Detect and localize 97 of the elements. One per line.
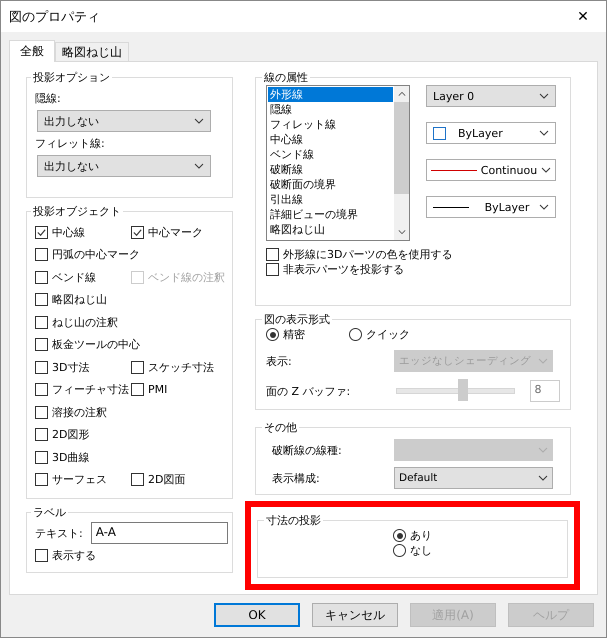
radio-label: なし	[410, 543, 432, 558]
chevron-icon	[539, 93, 549, 99]
chevron-icon	[539, 204, 549, 210]
dropdown[interactable]: ByLayer	[426, 196, 556, 218]
tab[interactable]: 全般	[9, 40, 55, 62]
group-title: ラベル	[32, 505, 67, 520]
checkbox[interactable]	[35, 248, 48, 262]
dropdown[interactable]: 出力しない	[37, 155, 211, 177]
checkbox-label: PMI	[148, 383, 168, 396]
checkbox[interactable]	[131, 360, 144, 374]
list-item[interactable]: 引出線	[268, 192, 393, 207]
list-item[interactable]: 破断面の境界	[268, 177, 393, 192]
checkbox[interactable]	[266, 248, 279, 261]
radio-button[interactable]	[393, 544, 406, 557]
checkbox-label: ベンド線の注釈	[148, 270, 225, 285]
radio-label: クイック	[366, 327, 410, 342]
list-item[interactable]: 外形線	[268, 87, 393, 102]
checkbox[interactable]	[35, 316, 48, 329]
dialog-button[interactable]: OK	[214, 603, 300, 627]
chevron-icon	[538, 475, 548, 481]
checkbox-label: 2D図形	[52, 427, 90, 442]
field-label: フィレット線:	[35, 136, 106, 151]
checkbox-label: フィーチャ寸法	[52, 382, 129, 398]
checkbox-label: 2D図面	[148, 472, 186, 488]
radio-button[interactable]	[393, 529, 406, 542]
group-title: 寸法の投影	[265, 513, 322, 528]
list-item[interactable]: ベンド線	[268, 147, 393, 162]
checkbox-label: 円弧の中心マーク	[52, 247, 140, 262]
checkbox-label: 略図ねじ山	[52, 292, 107, 308]
checkbox-label: ねじ山の注釈	[52, 314, 118, 330]
checkbox[interactable]	[35, 226, 48, 239]
checkbox-label: 表示する	[52, 548, 96, 563]
checkbox-label: 非表示パーツを投影する	[283, 262, 404, 277]
radio-label: 精密	[283, 327, 305, 342]
checkbox-label: 溶接の注釈	[52, 404, 107, 420]
checkbox-label: サーフェス	[52, 472, 107, 488]
field-label: テキスト:	[35, 526, 83, 540]
chevron-icon	[538, 447, 548, 453]
radio-label: あり	[410, 528, 432, 543]
list-item[interactable]: フィレット線	[268, 117, 393, 132]
checkbox[interactable]	[131, 473, 144, 486]
field-label: 隠線:	[35, 91, 62, 106]
field-label: 面の Z バッファ:	[266, 384, 352, 398]
checkbox-label: 3D寸法	[52, 360, 90, 375]
chevron-icon	[541, 167, 551, 173]
radio-button[interactable]	[266, 328, 279, 341]
text-field[interactable]: A-A	[90, 522, 228, 544]
checkbox[interactable]	[35, 450, 48, 464]
list-item[interactable]: 詳細ビューの境界	[268, 207, 393, 222]
checkbox[interactable]	[35, 270, 48, 284]
dropdown[interactable]: Layer 0	[426, 85, 556, 107]
checkbox[interactable]	[35, 406, 48, 419]
checkbox[interactable]	[35, 338, 48, 352]
checkbox-label: 中心マーク	[148, 224, 203, 240]
list-item[interactable]: 中心線	[268, 132, 393, 147]
close-button[interactable]: ✕	[560, 1, 606, 32]
checkbox-label: スケッチ寸法	[148, 360, 214, 375]
checkbox[interactable]	[35, 473, 48, 486]
chevron-icon	[194, 118, 204, 124]
list-item[interactable]: 略図ねじ山	[268, 222, 393, 237]
checkbox-label: ベンド線	[52, 270, 96, 285]
scrollbar[interactable]	[394, 86, 409, 240]
group-title: 線の属性	[263, 70, 309, 85]
checkbox[interactable]	[35, 383, 48, 396]
field-label: 表示:	[266, 354, 293, 368]
tab[interactable]: 略図ねじ山	[55, 42, 129, 61]
checkbox[interactable]	[266, 263, 279, 276]
window-title: 図のプロパティ	[9, 8, 100, 26]
group-title: その他	[263, 420, 298, 435]
dialog-button[interactable]: キャンセル	[312, 603, 398, 627]
field-label: 表示構成:	[271, 470, 321, 486]
checkbox[interactable]	[35, 428, 48, 442]
dropdown[interactable]: Default	[394, 467, 553, 489]
chevron-icon	[194, 163, 204, 169]
radio-button[interactable]	[349, 328, 362, 341]
group-title: 図の表示形式	[263, 312, 331, 327]
dropdown[interactable]: Continuou	[426, 159, 556, 181]
list-item[interactable]: 破断線	[268, 162, 393, 177]
chevron-icon	[539, 130, 549, 136]
scroll-down-icon[interactable]	[398, 229, 406, 235]
checkbox[interactable]	[35, 293, 48, 306]
scroll-up-icon[interactable]	[398, 91, 406, 97]
group-title: 投影オプション	[32, 70, 111, 85]
checkbox[interactable]	[131, 383, 144, 396]
list-item[interactable]: 隠線	[268, 102, 393, 117]
checkbox-label: 外形線に3Dパーツの色を使用する	[283, 247, 452, 262]
checkbox[interactable]	[131, 226, 144, 239]
dropdown[interactable]: 出力しない	[37, 110, 211, 132]
checkbox-label: 板金ツールの中心	[52, 337, 140, 352]
chevron-icon	[538, 358, 548, 364]
dropdown[interactable]: ByLayer	[426, 122, 556, 144]
checkbox-label: 3D曲線	[52, 450, 90, 465]
field-label: 破断線の線種:	[271, 442, 343, 458]
checkbox[interactable]	[35, 549, 48, 562]
checkbox[interactable]	[35, 360, 48, 374]
group-title: 投影オブジェクト	[32, 204, 122, 219]
checkbox-label: 中心線	[52, 224, 85, 240]
